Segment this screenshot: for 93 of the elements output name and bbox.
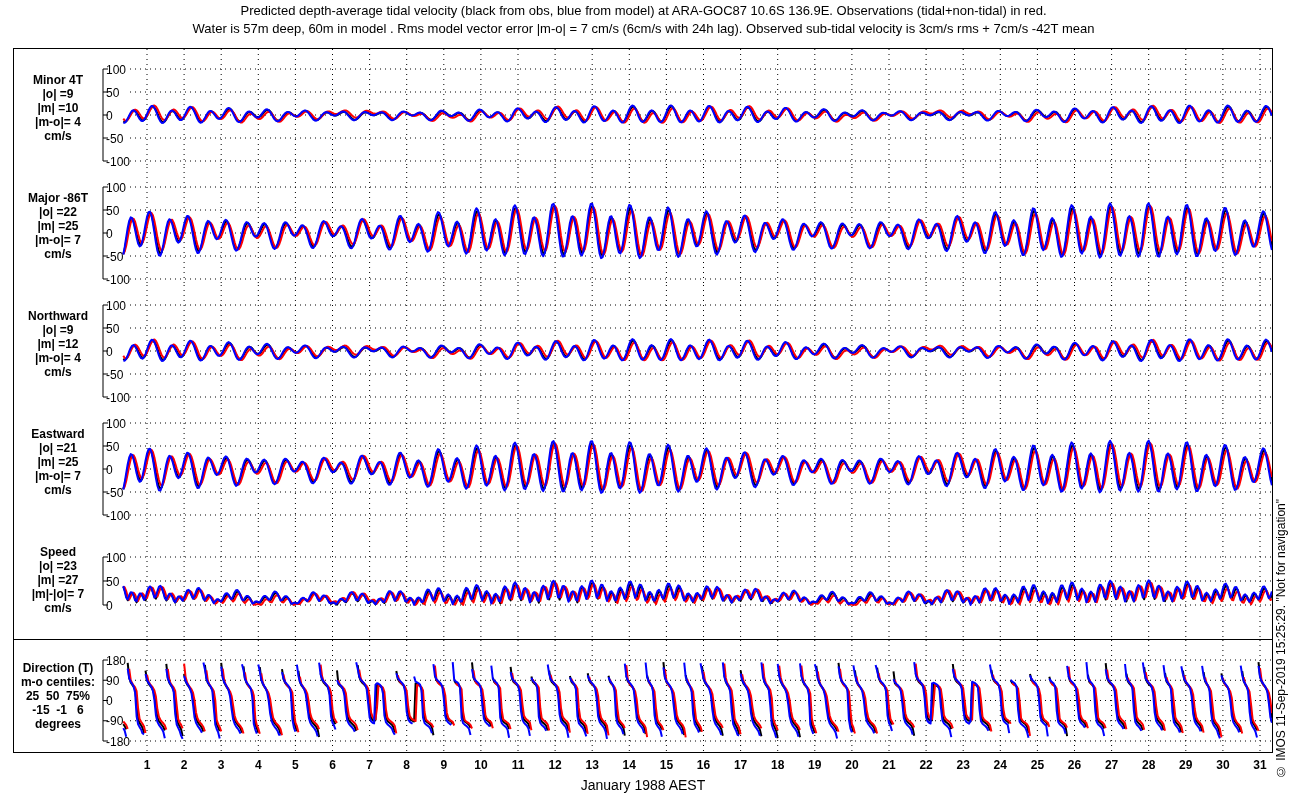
x-tick-label: 15 (659, 758, 674, 772)
x-tick-label: 22 (919, 758, 933, 772)
x-tick-label: 7 (366, 758, 373, 772)
x-tick-label: 18 (771, 758, 785, 772)
series-label: Speed (39, 545, 76, 559)
series-label: |o| =23 (39, 559, 77, 573)
x-tick-label: 16 (696, 758, 711, 772)
series-label: |m-o|= 4 (35, 115, 81, 129)
series-label: cm/s (44, 601, 72, 615)
series-label: |m| =25 (37, 455, 79, 469)
x-tick-label: 9 (440, 758, 448, 772)
x-tick-label: 21 (882, 758, 896, 772)
chart-title: Water is 57m deep, 60m in model . Rms model vector error |m-o| = 7 cm/s (6cm/s with 24h lag). Observed sub-tidal velocity is 3cm/s rms + 7cm/s -42T mean (192, 20, 1095, 38)
y-tick-label: -50 (105, 367, 124, 382)
x-tick-label: 5 (292, 758, 299, 772)
x-tick-label: 11 (511, 758, 525, 772)
y-tick-label: -100 (105, 508, 130, 521)
x-tick-label: 20 (845, 758, 859, 772)
x-tick-label: 13 (585, 758, 599, 772)
y-tick-label: 50 (105, 85, 120, 100)
y-tick-label: -90 (105, 714, 124, 729)
y-tick-label: 0 (105, 108, 113, 123)
x-tick-label: 1 (143, 758, 151, 772)
x-tick-label: 12 (548, 758, 562, 772)
x-tick-label: 4 (254, 758, 262, 772)
series-label: |m-o|= 4 (35, 351, 81, 365)
x-tick-label: 29 (1179, 758, 1193, 772)
series-label: cm/s (44, 129, 72, 143)
series-label: m-o centiles: (20, 675, 95, 689)
y-tick-label: 0 (105, 344, 113, 359)
y-tick-label: 100 (105, 550, 126, 565)
x-axis-title: January 1988 AEST (579, 777, 707, 793)
y-tick-label: 50 (105, 574, 120, 589)
series-label: Direction (T) (22, 661, 94, 675)
y-tick-label: 0 (105, 598, 113, 613)
series-label: Minor 4T (32, 73, 83, 87)
x-tick-label: 28 (1142, 758, 1156, 772)
series-label: 25 50 75% (25, 689, 90, 703)
series-label: |o| =9 (42, 87, 74, 101)
chart-title: Predicted depth-average tidal velocity (black from obs, blue from model) at ARA-GOC87 10.6S 136.9E. Observations (tidal+non-tidal) in red. (240, 2, 1047, 20)
series-label: |m-o|= 7 (35, 233, 81, 247)
y-tick-label: -100 (105, 272, 130, 285)
y-tick-label: -50 (105, 131, 124, 146)
x-tick-label: 31 (1253, 758, 1267, 772)
x-tick-label: 23 (956, 758, 970, 772)
credit-text: © IMOS 11-Sep-2019 15:25:29. "Not for navigation" (1274, 498, 1288, 778)
y-tick-label: -50 (105, 249, 124, 264)
y-tick-label: 0 (105, 462, 113, 477)
x-tick-label: 30 (1216, 758, 1230, 772)
series-label: cm/s (44, 365, 72, 379)
y-tick-label: -50 (105, 485, 124, 500)
series-label: -15 -1 6 (32, 703, 84, 717)
series-label: |m| =10 (37, 101, 79, 115)
series-label: cm/s (44, 247, 72, 261)
x-tick-label: 27 (1104, 758, 1119, 772)
series-label: Northward (27, 309, 88, 323)
series-label: |o| =22 (39, 205, 77, 219)
y-tick-label: 50 (105, 203, 120, 218)
y-tick-label: 100 (105, 416, 126, 431)
series-label: |m-o|= 7 (35, 469, 81, 483)
series-label: degrees (34, 717, 81, 731)
x-tick-label: 26 (1067, 758, 1082, 772)
series-label: |o| =21 (39, 441, 77, 455)
y-tick-label: 0 (105, 226, 113, 241)
series-label: |m| =12 (37, 337, 79, 351)
x-tick-label: 8 (403, 758, 411, 772)
x-tick-label: 2 (180, 758, 188, 772)
x-tick-label: 3 (217, 758, 225, 772)
x-tick-label: 19 (808, 758, 822, 772)
series-label: |o| =9 (42, 323, 74, 337)
series-label: |m|-|o|= 7 (31, 587, 85, 601)
x-tick-label: 14 (622, 758, 636, 772)
y-tick-label: -180 (105, 734, 130, 749)
y-tick-label: -100 (105, 154, 130, 167)
series-label: Eastward (31, 427, 85, 441)
x-tick-label: 17 (733, 758, 748, 772)
series-label: cm/s (44, 483, 72, 497)
y-tick-label: -100 (105, 390, 130, 403)
x-tick-label: 25 (1030, 758, 1045, 772)
y-tick-label: 50 (105, 321, 120, 336)
y-tick-label: 0 (105, 694, 113, 708)
y-tick-label: 100 (105, 298, 126, 313)
series-label: |m| =25 (37, 219, 79, 233)
y-tick-label: 50 (105, 439, 120, 454)
y-tick-label: 90 (105, 673, 120, 688)
x-tick-label: 6 (329, 758, 336, 772)
y-tick-label: 100 (105, 62, 126, 77)
series-label: Major -86T (27, 191, 88, 205)
series-label: |m| =27 (37, 573, 79, 587)
x-tick-label: 24 (993, 758, 1007, 772)
x-tick-label: 10 (474, 758, 488, 772)
y-tick-label: 100 (105, 180, 126, 195)
y-tick-label: 180 (105, 653, 126, 668)
